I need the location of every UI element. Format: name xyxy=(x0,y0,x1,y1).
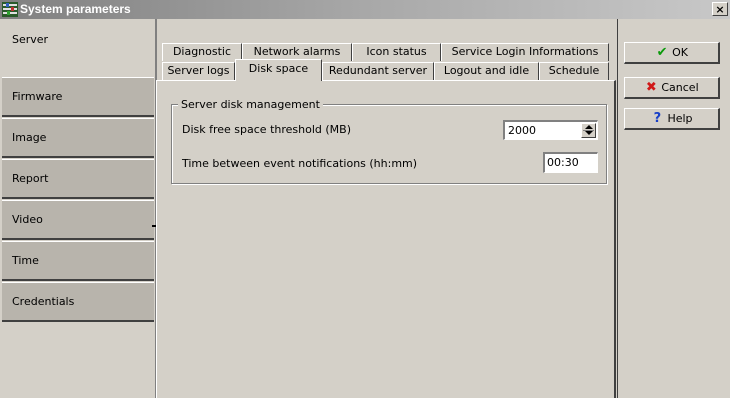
spin-down-icon[interactable] xyxy=(585,131,593,135)
title-bar: System parameters × xyxy=(0,0,730,19)
sidebar-item-firmware[interactable]: Firmware xyxy=(2,77,154,117)
cancel-button[interactable]: ✖ Cancel xyxy=(624,77,720,99)
question-icon: ? xyxy=(653,111,662,126)
window-title: System parameters xyxy=(20,2,131,16)
interval-input[interactable]: 00:30 xyxy=(543,152,598,173)
checkmark-icon: ✔ xyxy=(656,45,668,60)
settings-app-icon xyxy=(2,2,18,17)
ok-label: OK xyxy=(672,46,688,59)
action-pane xyxy=(617,19,730,398)
threshold-label: Disk free space threshold (MB) xyxy=(182,123,351,136)
threshold-spinner[interactable]: 2000 xyxy=(503,120,598,140)
sidebar-item-server[interactable]: Server xyxy=(2,21,154,61)
interval-label: Time between event notifications (hh:mm) xyxy=(182,157,418,170)
sidebar-item-time[interactable]: Time xyxy=(2,241,154,281)
server-disk-management-group xyxy=(171,104,607,184)
tab-server-logs[interactable]: Server logs xyxy=(162,62,235,80)
tab-diagnostic[interactable]: Diagnostic xyxy=(162,43,242,61)
tab-logout-and-idle[interactable]: Logout and idle xyxy=(434,62,539,80)
cross-icon: ✖ xyxy=(645,80,657,95)
threshold-value[interactable]: 2000 xyxy=(508,124,536,137)
help-button[interactable]: ? Help xyxy=(624,108,720,130)
tab-icon-status[interactable]: Icon status xyxy=(352,43,441,61)
tab-service-login-informations[interactable]: Service Login Informations xyxy=(441,43,609,61)
spinner-buttons[interactable] xyxy=(581,123,596,138)
sidebar-item-image[interactable]: Image xyxy=(2,118,154,158)
ok-button[interactable]: ✔ OK xyxy=(624,42,720,64)
tab-schedule[interactable]: Schedule xyxy=(539,62,609,80)
sidebar-item-credentials[interactable]: Credentials xyxy=(2,282,154,322)
cancel-label: Cancel xyxy=(661,81,699,94)
tab-redundant-server[interactable]: Redundant server xyxy=(322,62,434,80)
help-label: Help xyxy=(667,112,693,125)
tab-disk-space[interactable]: Disk space xyxy=(235,59,322,81)
close-button[interactable]: × xyxy=(712,2,728,16)
sidebar-item-report[interactable]: Report xyxy=(2,159,154,199)
spin-up-icon[interactable] xyxy=(585,125,593,129)
group-title: Server disk management xyxy=(178,98,323,111)
sidebar-item-video[interactable]: Video xyxy=(2,200,154,240)
